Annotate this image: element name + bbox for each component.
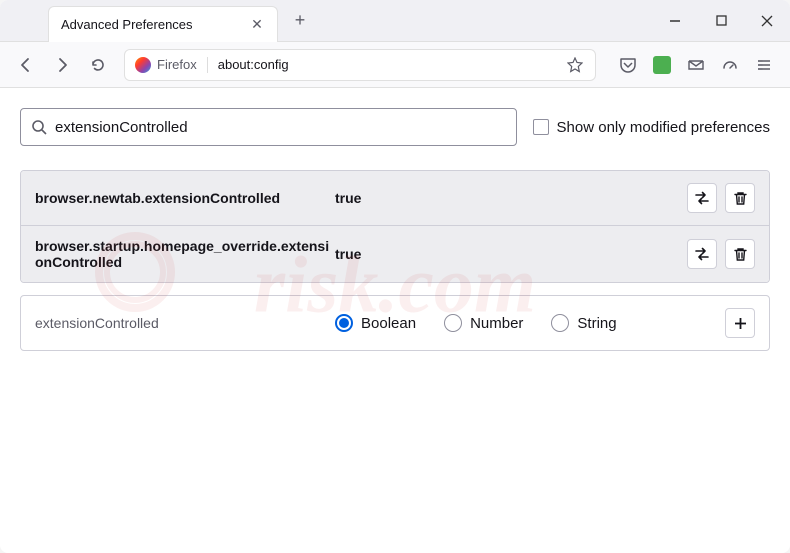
add-button[interactable]: [725, 308, 755, 338]
radio-number[interactable]: Number: [444, 314, 523, 332]
maximize-button[interactable]: [698, 0, 744, 42]
trash-icon: [733, 247, 748, 262]
pref-row[interactable]: browser.startup.homepage_override.extens…: [21, 226, 769, 282]
about-config-content: Show only modified preferences browser.n…: [0, 88, 790, 371]
titlebar: Advanced Preferences ✕ +: [0, 0, 790, 42]
identity-box[interactable]: Firefox: [135, 57, 208, 73]
search-icon: [31, 119, 47, 135]
delete-button[interactable]: [725, 239, 755, 269]
close-window-button[interactable]: [744, 0, 790, 42]
pref-name: browser.newtab.extensionControlled: [35, 190, 335, 206]
close-tab-icon[interactable]: ✕: [249, 16, 265, 32]
window-controls: [652, 0, 790, 42]
new-pref-name: extensionControlled: [35, 315, 335, 331]
pref-row[interactable]: browser.newtab.extensionControlled true: [21, 171, 769, 226]
browser-tab[interactable]: Advanced Preferences ✕: [48, 6, 278, 42]
toggle-button[interactable]: [687, 183, 717, 213]
tab-title: Advanced Preferences: [61, 17, 249, 32]
radio-boolean[interactable]: Boolean: [335, 314, 416, 332]
checkbox-icon[interactable]: [533, 119, 549, 135]
pref-name: browser.startup.homepage_override.extens…: [35, 238, 335, 270]
pocket-icon[interactable]: [612, 49, 644, 81]
toggle-icon: [694, 190, 710, 206]
new-pref-row: extensionControlled Boolean Number Strin…: [20, 295, 770, 351]
type-radio-group: Boolean Number String: [335, 314, 725, 332]
search-box[interactable]: [20, 108, 517, 146]
new-tab-button[interactable]: +: [286, 7, 314, 35]
search-input[interactable]: [55, 119, 506, 136]
delete-button[interactable]: [725, 183, 755, 213]
pref-value: true: [335, 190, 687, 206]
radio-icon[interactable]: [551, 314, 569, 332]
radio-string[interactable]: String: [551, 314, 616, 332]
radio-label: Number: [470, 315, 523, 332]
radio-icon[interactable]: [444, 314, 462, 332]
toggle-icon: [694, 246, 710, 262]
dashboard-icon[interactable]: [714, 49, 746, 81]
preferences-list: browser.newtab.extensionControlled true …: [20, 170, 770, 283]
mail-icon[interactable]: [680, 49, 712, 81]
extension-icon[interactable]: [646, 49, 678, 81]
trash-icon: [733, 191, 748, 206]
radio-label: String: [577, 315, 616, 332]
bookmark-star-icon[interactable]: [565, 55, 585, 75]
url-input[interactable]: [218, 57, 565, 72]
identity-label: Firefox: [157, 57, 197, 72]
firefox-icon: [135, 57, 151, 73]
forward-button[interactable]: [46, 49, 78, 81]
radio-label: Boolean: [361, 315, 416, 332]
back-button[interactable]: [10, 49, 42, 81]
minimize-button[interactable]: [652, 0, 698, 42]
reload-button[interactable]: [82, 49, 114, 81]
checkbox-label: Show only modified preferences: [557, 119, 770, 136]
toggle-button[interactable]: [687, 239, 717, 269]
show-modified-checkbox[interactable]: Show only modified preferences: [533, 119, 770, 136]
url-bar[interactable]: Firefox: [124, 49, 596, 81]
menu-button[interactable]: [748, 49, 780, 81]
browser-toolbar: Firefox: [0, 42, 790, 88]
plus-icon: [733, 316, 748, 331]
radio-icon[interactable]: [335, 314, 353, 332]
pref-value: true: [335, 246, 687, 262]
